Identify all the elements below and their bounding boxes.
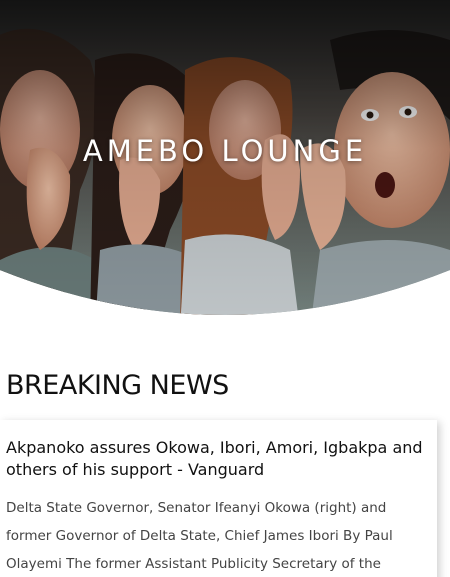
article-excerpt: Delta State Governor, Senator Ifeanyi Ok…	[6, 500, 393, 572]
article-title-link[interactable]: Akpanoko assures Okowa, Ibori, Amori, Ig…	[6, 437, 426, 481]
hero-banner: AMEBO LOUNGE	[0, 0, 450, 330]
page: AMEBO LOUNGE BREAKING NEWS Akpanoko assu…	[0, 0, 450, 577]
section-heading: BREAKING NEWS	[6, 370, 229, 401]
site-title: AMEBO LOUNGE	[82, 134, 368, 168]
